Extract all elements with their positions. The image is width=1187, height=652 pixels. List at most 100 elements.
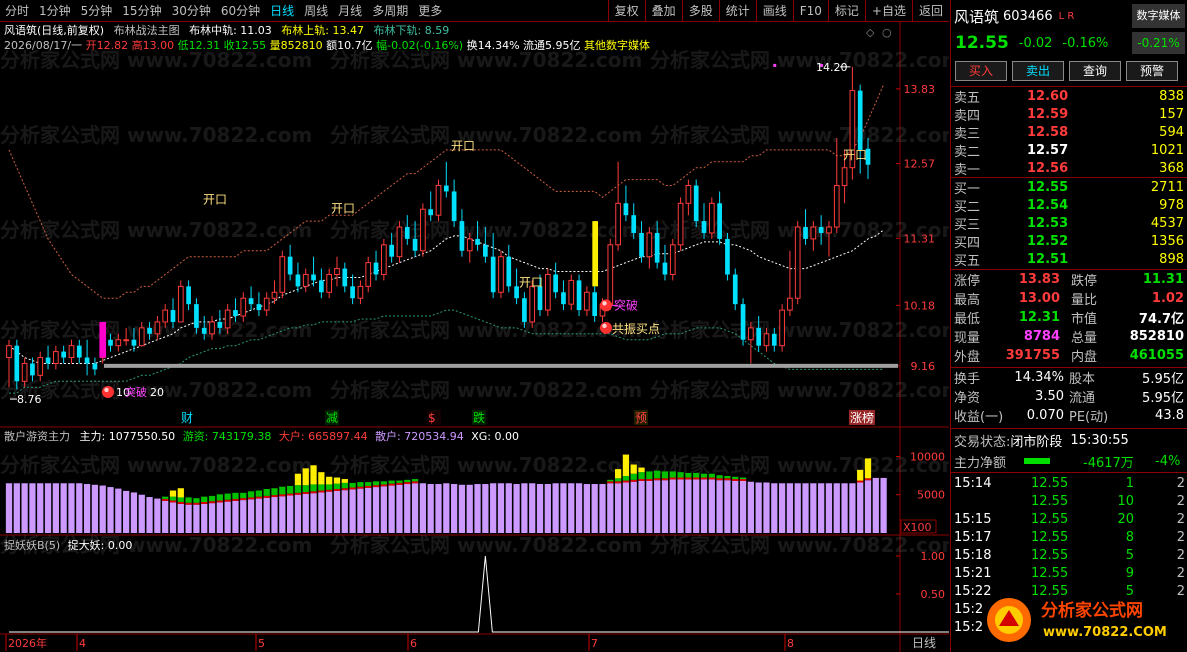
buy-button[interactable]: 买入: [955, 61, 1007, 81]
sector-badge[interactable]: 数字媒体: [1132, 4, 1185, 28]
candle-body[interactable]: [443, 185, 449, 192]
candle-body[interactable]: [693, 185, 699, 222]
candle-body[interactable]: [631, 215, 637, 233]
candle-body[interactable]: [295, 274, 301, 287]
candle-body[interactable]: [53, 351, 59, 364]
candle-body[interactable]: [537, 286, 543, 311]
toolbar-button-0[interactable]: 复权: [607, 0, 645, 21]
candle-body[interactable]: [373, 262, 379, 275]
candle-body[interactable]: [544, 273, 551, 311]
alert-button[interactable]: 预警: [1126, 61, 1178, 81]
candle-body[interactable]: [592, 292, 598, 317]
candle-body[interactable]: [30, 363, 35, 376]
kline-chart[interactable]: 分析家公式网 www.70822.com 分析家公式网 www.70822.com…: [0, 22, 949, 652]
event-marker[interactable]: $: [428, 411, 436, 425]
candle-body[interactable]: [380, 244, 387, 275]
period-tab-3[interactable]: 15分钟: [117, 0, 166, 21]
candle-body[interactable]: [334, 268, 340, 275]
period-tab-8[interactable]: 月线: [333, 0, 367, 21]
candle-body[interactable]: [420, 208, 426, 252]
candle-body[interactable]: [194, 304, 199, 328]
candle-body[interactable]: [794, 226, 801, 299]
toolbar-button-4[interactable]: 画线: [755, 0, 793, 21]
candle-body[interactable]: [435, 185, 442, 216]
candle-body[interactable]: [466, 238, 473, 252]
candle-body[interactable]: [701, 221, 707, 233]
toolbar-button-5[interactable]: F10: [792, 0, 828, 21]
asks-row[interactable]: 卖三 12.58 594: [951, 123, 1187, 142]
candle-body[interactable]: [76, 345, 82, 358]
period-tab-1[interactable]: 1分钟: [34, 0, 76, 21]
asks-row[interactable]: 卖二 12.57 1021: [951, 141, 1187, 160]
candle-body[interactable]: [201, 327, 207, 334]
candle-body[interactable]: [561, 292, 566, 305]
candle-body[interactable]: [841, 167, 848, 187]
candle-body[interactable]: [287, 256, 293, 275]
candle-body[interactable]: [639, 232, 644, 257]
candle-body[interactable]: [271, 291, 278, 299]
asks-row[interactable]: 卖五 12.60 838: [951, 87, 1187, 106]
candle-body[interactable]: [717, 203, 722, 239]
candle-body[interactable]: [459, 221, 465, 251]
candle-body[interactable]: [154, 321, 161, 335]
candle-body[interactable]: [84, 357, 90, 364]
candle-body[interactable]: [37, 357, 44, 376]
candle-body[interactable]: [607, 244, 614, 305]
candle-body[interactable]: [654, 232, 660, 263]
candle-body[interactable]: [209, 321, 215, 335]
candle-body[interactable]: [857, 90, 863, 150]
toolbar-button-2[interactable]: 多股: [681, 0, 719, 21]
bids-row[interactable]: 买一 12.55 2711: [951, 178, 1187, 197]
sell-button[interactable]: 卖出: [1012, 61, 1064, 81]
candle-body[interactable]: [771, 333, 777, 346]
period-tab-7[interactable]: 周线: [299, 0, 333, 21]
volume-indicator-name[interactable]: 散户游资主力: [4, 430, 70, 443]
bids-row[interactable]: 买五 12.51 898: [951, 250, 1187, 269]
candle-body[interactable]: [646, 232, 653, 258]
candle-body[interactable]: [787, 297, 793, 311]
candle-body[interactable]: [147, 327, 152, 334]
candle-body[interactable]: [240, 297, 247, 317]
period-tab-5[interactable]: 60分钟: [216, 0, 265, 21]
chart-corner-circle-icon[interactable]: ○: [882, 26, 892, 39]
candle-body[interactable]: [451, 191, 457, 222]
candle-body[interactable]: [483, 244, 488, 257]
candle-body[interactable]: [389, 244, 394, 257]
candle-body[interactable]: [342, 268, 348, 287]
candle-body[interactable]: [677, 202, 684, 246]
candle-body[interactable]: [615, 202, 621, 246]
candle-body[interactable]: [61, 351, 67, 358]
candle-body[interactable]: [404, 227, 410, 239]
period-tab-9[interactable]: 多周期: [367, 0, 413, 21]
period-tab-0[interactable]: 分时: [0, 0, 34, 21]
candle-body[interactable]: [669, 244, 676, 275]
candle-body[interactable]: [475, 238, 480, 245]
event-marker[interactable]: 跌: [473, 410, 485, 425]
candle-body[interactable]: [662, 262, 668, 275]
candle-body[interactable]: [708, 202, 715, 234]
candle-body[interactable]: [756, 327, 762, 346]
candle-body[interactable]: [115, 339, 122, 347]
candle-body[interactable]: [740, 304, 746, 340]
candle-body[interactable]: [217, 321, 223, 328]
event-marker[interactable]: 减: [326, 411, 338, 425]
candle-body[interactable]: [725, 238, 730, 275]
candle-body[interactable]: [21, 362, 28, 382]
candle-body[interactable]: [623, 203, 629, 216]
zyy-indicator-name[interactable]: 捉妖妖B(5): [4, 539, 60, 552]
candle-body[interactable]: [326, 273, 333, 293]
candle-body[interactable]: [68, 345, 75, 359]
candle-body[interactable]: [803, 227, 808, 239]
candle-body[interactable]: [357, 285, 364, 299]
candle-body[interactable]: [170, 310, 176, 322]
asks-row[interactable]: 卖四 12.59 157: [951, 105, 1187, 124]
candle-body[interactable]: [779, 309, 785, 347]
event-marker[interactable]: 涨榜: [850, 410, 874, 425]
candle-body[interactable]: [45, 357, 51, 364]
candle-body[interactable]: [224, 309, 231, 329]
candle-body[interactable]: [732, 274, 738, 305]
event-marker[interactable]: 财: [181, 411, 193, 425]
candle-body[interactable]: [810, 226, 817, 240]
candle-body[interactable]: [248, 298, 254, 305]
candle-body[interactable]: [498, 256, 504, 293]
